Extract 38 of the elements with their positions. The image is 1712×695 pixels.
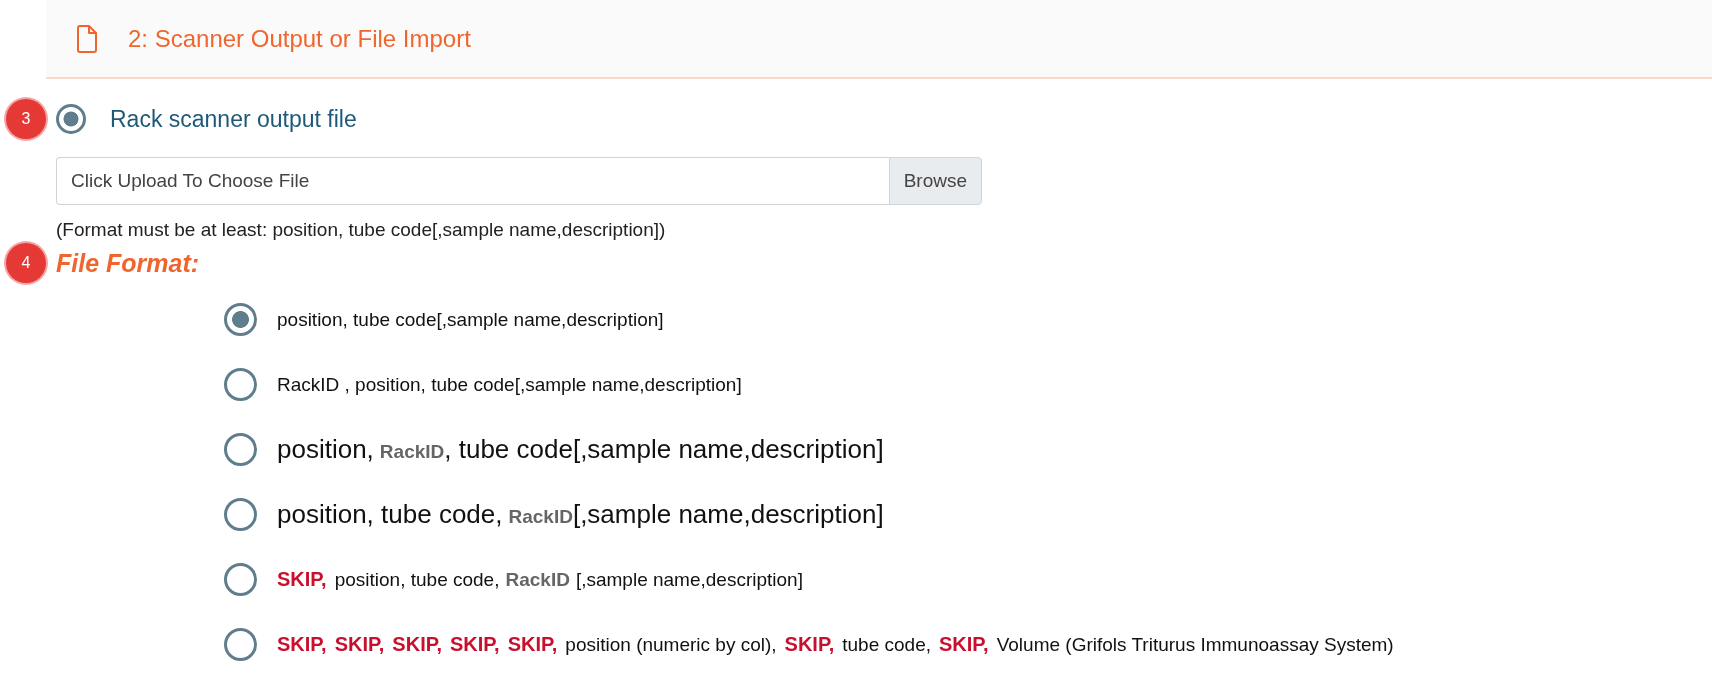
radio-button[interactable]: [224, 303, 257, 336]
skip-label: SKIP,: [507, 633, 558, 656]
option-text: position, tube code,: [277, 499, 503, 530]
option-text: tube code,: [842, 634, 931, 656]
option-text: RackID , position, tube code[,sample name,description]: [277, 373, 742, 396]
radio-button[interactable]: [224, 563, 257, 596]
document-icon: [76, 24, 98, 53]
section-title: 2: Scanner Output or File Import: [128, 24, 471, 53]
option-text: [,sample name,description]: [575, 569, 803, 591]
option-text: position, tube code,: [334, 569, 500, 591]
skip-label: SKIP,: [277, 568, 327, 591]
rackid-label: RackID: [505, 569, 570, 591]
step-marker: 4: [6, 243, 46, 283]
option-text: position,: [277, 434, 374, 465]
option-text: , tube code[,sample name,description]: [444, 434, 884, 465]
skip-label: SKIP,: [392, 633, 442, 656]
option-text: position, tube code[,sample name,description]: [277, 308, 664, 331]
option-text: [,sample name,description]: [572, 499, 884, 530]
option-text: position (numeric by col),: [565, 634, 777, 656]
format-hint: (Format must be at least: position, tube code[,sample name,description]): [56, 219, 667, 241]
skip-label: SKIP,: [277, 633, 327, 656]
section-label: File Format:: [56, 248, 200, 278]
radio-button[interactable]: [224, 498, 257, 531]
skip-label: SKIP,: [784, 633, 835, 656]
skip-label: SKIP,: [450, 633, 500, 656]
step-marker: 3: [6, 99, 46, 139]
skip-label: SKIP,: [939, 633, 989, 656]
option-text: Volume (Grifols Triturus Immunoassay System): [996, 634, 1394, 656]
browse-button[interactable]: Browse: [888, 157, 982, 205]
radio-button[interactable]: [56, 104, 86, 134]
radio-button[interactable]: [224, 433, 257, 466]
radio-button[interactable]: [224, 628, 257, 661]
rackid-label: RackID: [379, 441, 445, 463]
file-input[interactable]: Click Upload To Choose File: [56, 157, 889, 205]
skip-label: SKIP,: [334, 633, 385, 656]
rackid-label: RackID: [508, 506, 573, 528]
radio-button[interactable]: [224, 368, 257, 401]
option-label: Rack scanner output file: [110, 105, 357, 133]
